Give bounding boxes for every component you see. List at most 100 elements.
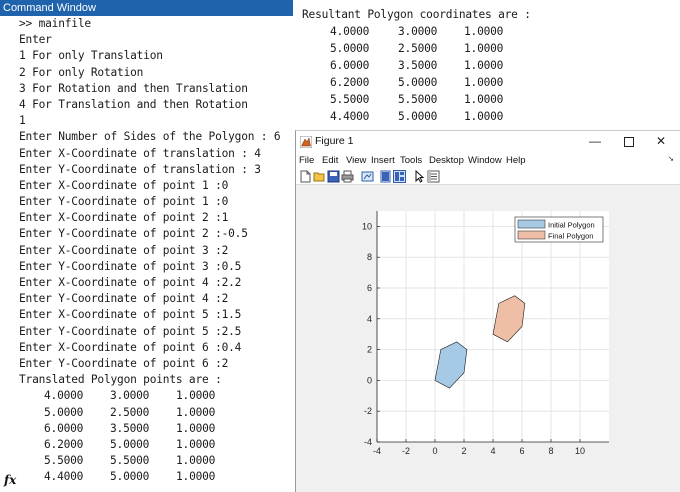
matrix-cell: 1.0000 — [176, 389, 216, 403]
matrix-cell: 1.0000 — [176, 437, 216, 451]
command-output-line: Enter X-Coordinate of translation : 4 — [19, 146, 261, 160]
matrix-cell: 4.0000 — [44, 389, 84, 403]
matrix-cell: 1.0000 — [176, 454, 216, 468]
y-tick-label: 6 — [367, 283, 372, 293]
menu-desktop[interactable]: Desktop — [429, 155, 464, 166]
result-cell: 1.0000 — [464, 110, 504, 123]
save-icon[interactable] — [327, 170, 340, 183]
result-cell: 5.5000 — [398, 93, 438, 106]
result-cell: 3.5000 — [398, 59, 438, 72]
command-output-line: Translated Polygon points are : — [19, 373, 222, 387]
result-row: 6.0000 3.5000 1.0000 — [302, 57, 680, 74]
result-output: Resultant Polygon coordinates are : 4.00… — [302, 6, 680, 125]
hide-plot-tools-icon[interactable] — [379, 170, 392, 183]
command-output-line: 3 For Rotation and then Translation — [19, 81, 248, 95]
matrix-row: 5.5000 5.5000 1.0000 — [0, 453, 293, 469]
command-output-line: Enter X-Coordinate of point 2 :1 — [19, 211, 229, 225]
matrix-cell: 3.5000 — [110, 421, 150, 435]
pointer-icon[interactable] — [413, 170, 426, 183]
result-cell: 4.0000 — [330, 25, 370, 38]
close-button[interactable]: ✕ — [646, 131, 676, 153]
command-output-line: Enter X-Coordinate of point 1 :0 — [19, 178, 229, 192]
figure-canvas[interactable]: -4 -2 0 2 4 6 8 10 -4 -2 0 2 4 6 8 10 Initial Polygon Fin… — [296, 185, 680, 492]
menu-edit[interactable]: Edit — [322, 155, 338, 166]
x-tick-label: 2 — [461, 446, 466, 456]
matrix-cell: 5.5000 — [110, 454, 150, 468]
matrix-row: 6.2000 5.0000 1.0000 — [0, 437, 293, 453]
result-cell: 5.5000 — [330, 93, 370, 106]
command-output-line: Enter Y-Coordinate of translation : 3 — [19, 162, 261, 176]
result-row: 5.0000 2.5000 1.0000 — [302, 40, 680, 57]
maximize-button[interactable] — [614, 131, 644, 153]
x-tick-label: 8 — [548, 446, 553, 456]
property-inspector-icon[interactable] — [427, 170, 440, 183]
command-output-line: Enter X-Coordinate of point 4 :2.2 — [19, 276, 242, 289]
matrix-row: 5.0000 2.5000 1.0000 — [0, 405, 293, 421]
y-tick-label: 0 — [367, 375, 372, 385]
legend-swatch — [517, 219, 546, 229]
command-output-line: Enter X-Coordinate of point 3 :2 — [19, 243, 229, 257]
result-cell: 2.5000 — [398, 42, 438, 55]
command-prompt[interactable]: fx — [0, 472, 293, 492]
open-icon[interactable] — [313, 170, 326, 183]
figure-window[interactable]: Figure 1 — ✕ File Edit View Insert Tools… — [295, 130, 680, 492]
matrix-cell: 2.5000 — [110, 405, 150, 419]
command-output-line: 2 For only Rotation — [19, 65, 144, 79]
menubar-overflow-icon[interactable]: ➘ — [668, 155, 674, 163]
close-icon: ✕ — [655, 134, 667, 148]
command-output-line: Enter Y-Coordinate of point 2 :-0.5 — [19, 227, 248, 241]
minimize-icon: — — [589, 134, 601, 148]
result-row: 4.0000 3.0000 1.0000 — [302, 23, 680, 40]
result-cell: 6.0000 — [330, 59, 370, 72]
minimize-button[interactable]: — — [580, 131, 610, 153]
menu-file[interactable]: File — [299, 155, 314, 166]
x-tick-label: 0 — [432, 446, 437, 456]
menu-view[interactable]: View — [346, 155, 366, 166]
menu-help[interactable]: Help — [506, 155, 526, 166]
command-window[interactable]: Command Window >> mainfile Enter 1 For onl… — [0, 0, 293, 492]
command-output-line: 4 For Translation and then Rotation — [19, 97, 248, 111]
result-cell: 1.0000 — [464, 25, 504, 38]
command-output-line: Enter Number of Sides of the Polygon : 6 — [19, 130, 281, 144]
command-output-line: Enter Y-Coordinate of point 4 :2 — [19, 292, 229, 306]
x-tick-label: -2 — [402, 446, 410, 456]
x-tick-label: 6 — [519, 446, 524, 456]
figure-toolbar — [296, 169, 680, 185]
command-output-line: 1 For only Translation — [19, 49, 163, 63]
legend-label: Initial Polygon — [548, 221, 595, 230]
matrix-row: 4.0000 3.0000 1.0000 — [0, 388, 293, 404]
link-plot-icon[interactable] — [361, 170, 374, 183]
print-icon[interactable] — [341, 170, 354, 183]
matlab-logo-icon — [300, 136, 312, 148]
polygon-plot[interactable]: -4 -2 0 2 4 6 8 10 -4 -2 0 2 4 6 8 10 Initial Polygon Fin… — [296, 185, 680, 492]
matrix-cell: 5.5000 — [44, 454, 84, 468]
command-output[interactable]: >> mainfile Enter 1 For only Translation 2 … — [0, 16, 293, 485]
matrix-cell: 1.0000 — [176, 405, 216, 419]
result-cell: 3.0000 — [398, 25, 438, 38]
legend-label: Final Polygon — [548, 232, 593, 241]
command-window-title[interactable]: Command Window — [0, 0, 293, 16]
matrix-row: 6.0000 3.5000 1.0000 — [0, 421, 293, 437]
y-tick-label: 8 — [367, 252, 372, 262]
matrix-cell: 6.0000 — [44, 421, 84, 435]
result-row: 4.4000 5.0000 1.0000 — [302, 108, 680, 125]
result-cell: 1.0000 — [464, 42, 504, 55]
show-plot-tools-icon[interactable] — [393, 170, 406, 183]
result-cell: 1.0000 — [464, 59, 504, 72]
result-cell: 5.0000 — [398, 110, 438, 123]
result-cell: 5.0000 — [330, 42, 370, 55]
menu-insert[interactable]: Insert — [371, 155, 395, 166]
x-tick-label: 10 — [575, 446, 585, 456]
result-cell: 5.0000 — [398, 76, 438, 89]
fx-icon: fx — [4, 473, 17, 487]
legend-swatch — [517, 230, 546, 240]
menu-window[interactable]: Window — [468, 155, 502, 166]
figure-titlebar[interactable]: Figure 1 — ✕ — [296, 131, 680, 153]
maximize-icon — [624, 137, 634, 147]
command-output-line: 1 — [19, 114, 26, 128]
matrix-cell: 3.0000 — [110, 389, 150, 403]
menu-tools[interactable]: Tools — [400, 155, 422, 166]
figure-menubar: File Edit View Insert Tools Desktop Wind… — [296, 153, 680, 169]
new-figure-icon[interactable] — [299, 170, 312, 183]
command-output-line: Enter Y-Coordinate of point 3 :0.5 — [19, 259, 242, 273]
